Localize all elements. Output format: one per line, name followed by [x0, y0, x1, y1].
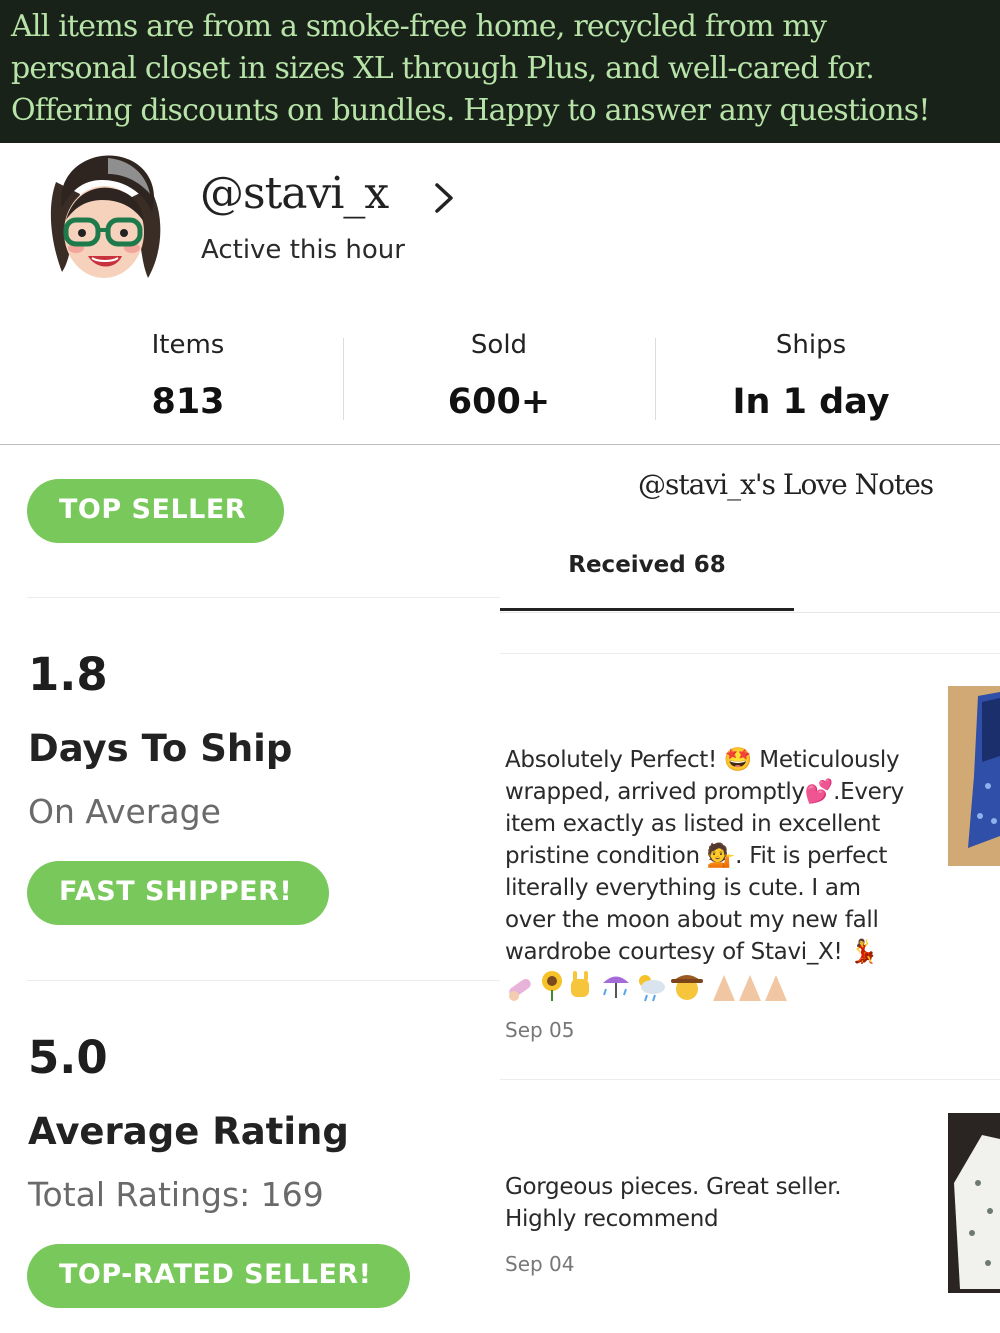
review-divider — [500, 1079, 1000, 1080]
banner-line: personal closet in sizes XL through Plus… — [11, 51, 875, 86]
review-line: wrapped, arrived promptly💕.Every — [505, 779, 904, 805]
sunflower-icon — [542, 971, 562, 1001]
review-line: wardrobe courtesy of Stavi_X! 💃 — [505, 939, 878, 965]
review-text: Gorgeous pieces. Great seller. Highly re… — [505, 1171, 925, 1235]
review-line: item exactly as listed in excellent — [505, 811, 880, 837]
chevron-right-icon[interactable] — [432, 181, 456, 215]
sun-cloud-rain-icon — [639, 975, 665, 1002]
tab-received[interactable]: Received 68 — [500, 552, 794, 612]
review-item-thumbnail[interactable] — [948, 1113, 1000, 1293]
top-rated-seller-badge: TOP-RATED SELLER! — [27, 1244, 410, 1308]
stat-items-label: Items — [151, 330, 225, 360]
review-line: pristine condition 💁. Fit is perfect — [505, 843, 888, 869]
stat-ships-label: Ships — [775, 330, 847, 360]
banner-line: Offering discounts on bundles. Happy to … — [11, 93, 930, 128]
average-rating-title: Average Rating — [28, 1110, 349, 1153]
review-line: Absolutely Perfect! 🤩 Meticulously — [505, 747, 900, 773]
review-divider — [500, 653, 1000, 654]
days-to-ship-subtitle: On Average — [28, 792, 221, 831]
metric-divider — [27, 980, 500, 981]
review-date: Sep 04 — [505, 1252, 575, 1276]
stat-items-value: 813 — [151, 382, 225, 422]
umbrella-rain-icon — [603, 976, 629, 998]
top-seller-badge: TOP SELLER — [27, 479, 284, 543]
nail-polish-icon — [509, 978, 531, 1001]
review-emoji-row — [509, 971, 787, 1002]
banner-line: All items are from a smoke-free home, re… — [11, 9, 827, 44]
profile-username[interactable]: @stavi_x — [200, 168, 389, 219]
shop-description-banner: All items are from a smoke-free home, re… — [0, 0, 1000, 143]
average-rating-value: 5.0 — [28, 1031, 108, 1084]
review-text: Absolutely Perfect! 🤩 Meticulously wrapp… — [505, 744, 925, 968]
review-line: literally everything is cute. I am — [505, 875, 861, 901]
tab-divider — [500, 612, 1000, 613]
review-date: Sep 05 — [505, 1018, 575, 1042]
rock-on-hand-icon — [571, 971, 589, 997]
days-to-ship-title: Days To Ship — [28, 727, 293, 770]
tab-active-indicator — [500, 608, 794, 611]
total-ratings: Total Ratings: 169 — [28, 1175, 324, 1214]
review-line: over the moon about my new fall — [505, 907, 879, 933]
review-line: Gorgeous pieces. Great seller. — [505, 1174, 842, 1200]
fast-shipper-badge: FAST SHIPPER! — [27, 861, 329, 925]
metric-divider — [27, 597, 500, 598]
stat-sold-value: 600+ — [447, 382, 551, 422]
review-item-thumbnail[interactable] — [948, 686, 1000, 866]
activity-status: Active this hour — [201, 235, 405, 265]
avatar[interactable] — [38, 150, 170, 288]
section-divider — [0, 444, 1000, 445]
love-notes-title: @stavi_x's Love Notes — [638, 468, 934, 501]
cowboy-face-icon — [671, 975, 703, 1000]
review-line: Highly recommend — [505, 1206, 719, 1232]
stat-sold-label: Sold — [470, 330, 528, 360]
praying-hands-icon — [713, 975, 787, 1001]
days-to-ship-value: 1.8 — [28, 648, 108, 701]
stat-ships-value: In 1 day — [732, 382, 890, 422]
